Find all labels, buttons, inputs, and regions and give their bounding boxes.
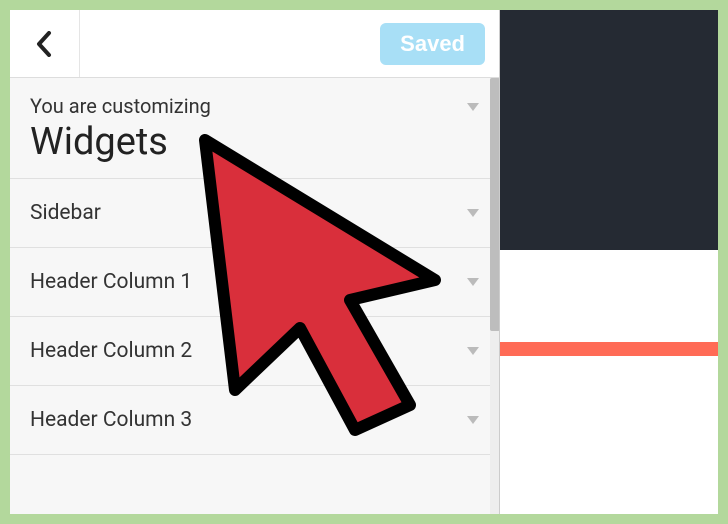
preview-pane <box>500 10 718 514</box>
section-item-header-col-3[interactable]: Header Column 3 <box>10 386 499 455</box>
customizing-label: You are customizing <box>30 94 479 118</box>
chevron-down-icon <box>467 416 479 424</box>
chevron-down-icon <box>467 278 479 286</box>
section-item-header-col-2[interactable]: Header Column 2 <box>10 317 499 386</box>
preview-accent-bar <box>500 342 718 356</box>
chevron-down-icon <box>467 347 479 355</box>
section-label: Sidebar <box>30 201 101 225</box>
chevron-down-icon <box>467 103 479 111</box>
chevron-left-icon <box>35 31 55 57</box>
preview-header-dark <box>500 10 718 250</box>
app-frame: Saved You are customizing Widgets Sideba… <box>10 10 718 514</box>
help-toggle[interactable] <box>467 96 479 115</box>
panel-header: Saved <box>10 10 499 78</box>
scrollbar-thumb[interactable] <box>490 78 499 331</box>
section-label: Header Column 3 <box>30 408 192 432</box>
back-button[interactable] <box>10 10 80 77</box>
panel-body: You are customizing Widgets Sidebar Head… <box>10 78 499 514</box>
chevron-down-icon <box>467 209 479 217</box>
customizing-heading: You are customizing Widgets <box>10 78 499 179</box>
section-label: Header Column 1 <box>30 270 192 294</box>
section-item-sidebar[interactable]: Sidebar <box>10 179 499 248</box>
customizer-panel: Saved You are customizing Widgets Sideba… <box>10 10 500 514</box>
section-label: Header Column 2 <box>30 339 192 363</box>
scrollbar[interactable] <box>490 78 499 514</box>
section-item-header-col-1[interactable]: Header Column 1 <box>10 248 499 317</box>
saved-button[interactable]: Saved <box>380 23 485 65</box>
customizing-title: Widgets <box>30 120 479 164</box>
